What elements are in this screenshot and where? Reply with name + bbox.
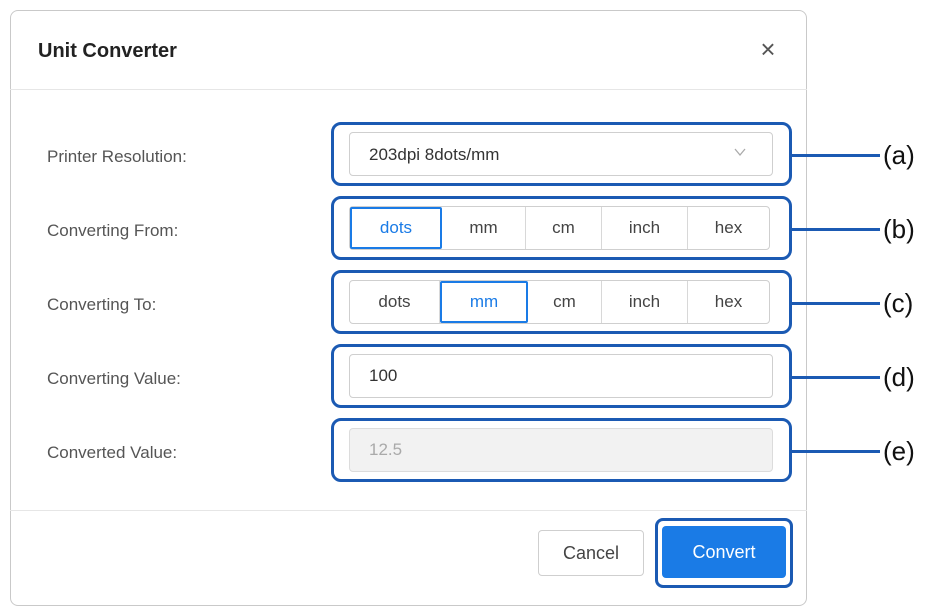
footer-divider <box>10 510 807 511</box>
callout-d: (d) <box>883 362 915 392</box>
cancel-button[interactable]: Cancel <box>538 530 644 576</box>
callout-c: (c) <box>883 288 914 318</box>
converting-value-label: Converting Value: <box>47 369 181 388</box>
to-option-inch[interactable]: inch <box>602 281 688 323</box>
callout-line-a <box>792 154 880 157</box>
converting-to-label: Converting To: <box>47 295 157 314</box>
to-option-mm[interactable]: mm <box>440 281 528 323</box>
header-divider <box>10 89 807 90</box>
callout-line-e <box>792 450 880 453</box>
callout-line-c <box>792 302 880 305</box>
converting-from-label: Converting From: <box>47 221 179 240</box>
callout-line-d <box>792 376 880 379</box>
printer-resolution-value: 203dpi 8dots/mm <box>369 145 500 164</box>
chevron-down-icon <box>734 148 746 157</box>
from-option-inch[interactable]: inch <box>602 207 688 249</box>
converting-to-segmented: dots mm cm inch hex <box>349 280 770 324</box>
callout-e: (e) <box>883 436 915 466</box>
callout-line-b <box>792 228 880 231</box>
printer-resolution-label: Printer Resolution: <box>47 147 187 166</box>
callout-a: (a) <box>883 140 915 170</box>
close-icon[interactable]: × <box>756 36 780 62</box>
printer-resolution-select[interactable]: 203dpi 8dots/mm <box>349 132 773 176</box>
converted-value-label: Converted Value: <box>47 443 178 462</box>
from-option-hex[interactable]: hex <box>688 207 769 249</box>
to-option-cm[interactable]: cm <box>528 281 602 323</box>
from-option-cm[interactable]: cm <box>526 207 602 249</box>
to-option-hex[interactable]: hex <box>688 281 769 323</box>
converting-value-input[interactable] <box>349 354 773 398</box>
from-option-dots[interactable]: dots <box>350 207 442 249</box>
converted-value-output <box>349 428 773 472</box>
callout-b: (b) <box>883 214 915 244</box>
converting-from-segmented: dots mm cm inch hex <box>349 206 770 250</box>
from-option-mm[interactable]: mm <box>442 207 526 249</box>
convert-button[interactable]: Convert <box>662 526 786 578</box>
dialog-title: Unit Converter <box>38 40 177 62</box>
to-option-dots[interactable]: dots <box>350 281 440 323</box>
